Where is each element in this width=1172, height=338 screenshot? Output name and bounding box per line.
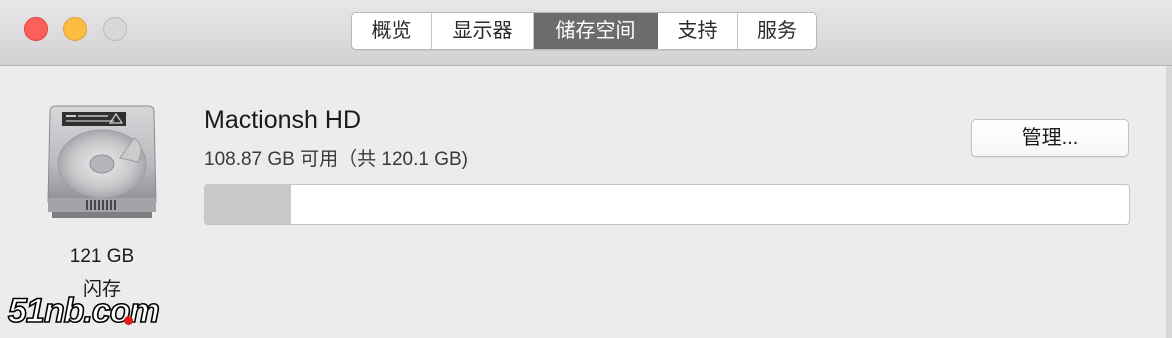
disk-size: 121 GB <box>69 246 135 267</box>
volume-name: Mactionsh HD <box>204 106 361 134</box>
minimize-button[interactable] <box>63 17 87 41</box>
tab-bar: 概览 显示器 储存空间 支持 服务 <box>351 12 817 50</box>
window-edge <box>1166 66 1172 338</box>
hard-drive-icon <box>47 105 157 218</box>
used-space-segment <box>205 185 291 224</box>
close-button[interactable] <box>24 17 48 41</box>
volume-space-info: 108.87 GB 可用（共 120.1 GB) <box>204 149 469 170</box>
watermark-logo: 51nb.com <box>7 291 204 332</box>
zoom-button[interactable] <box>103 17 127 41</box>
watermark-text: 51nb.com <box>7 291 160 331</box>
manage-button[interactable]: 管理... <box>971 119 1129 157</box>
tab-displays[interactable]: 显示器 <box>432 13 534 49</box>
tab-service[interactable]: 服务 <box>738 13 816 49</box>
tab-storage[interactable]: 储存空间 <box>534 13 658 49</box>
tab-support[interactable]: 支持 <box>658 13 738 49</box>
tab-overview[interactable]: 概览 <box>352 13 432 49</box>
watermark-dot <box>124 316 133 325</box>
storage-usage-bar <box>204 184 1130 225</box>
title-bar: 概览 显示器 储存空间 支持 服务 <box>0 0 1172 66</box>
